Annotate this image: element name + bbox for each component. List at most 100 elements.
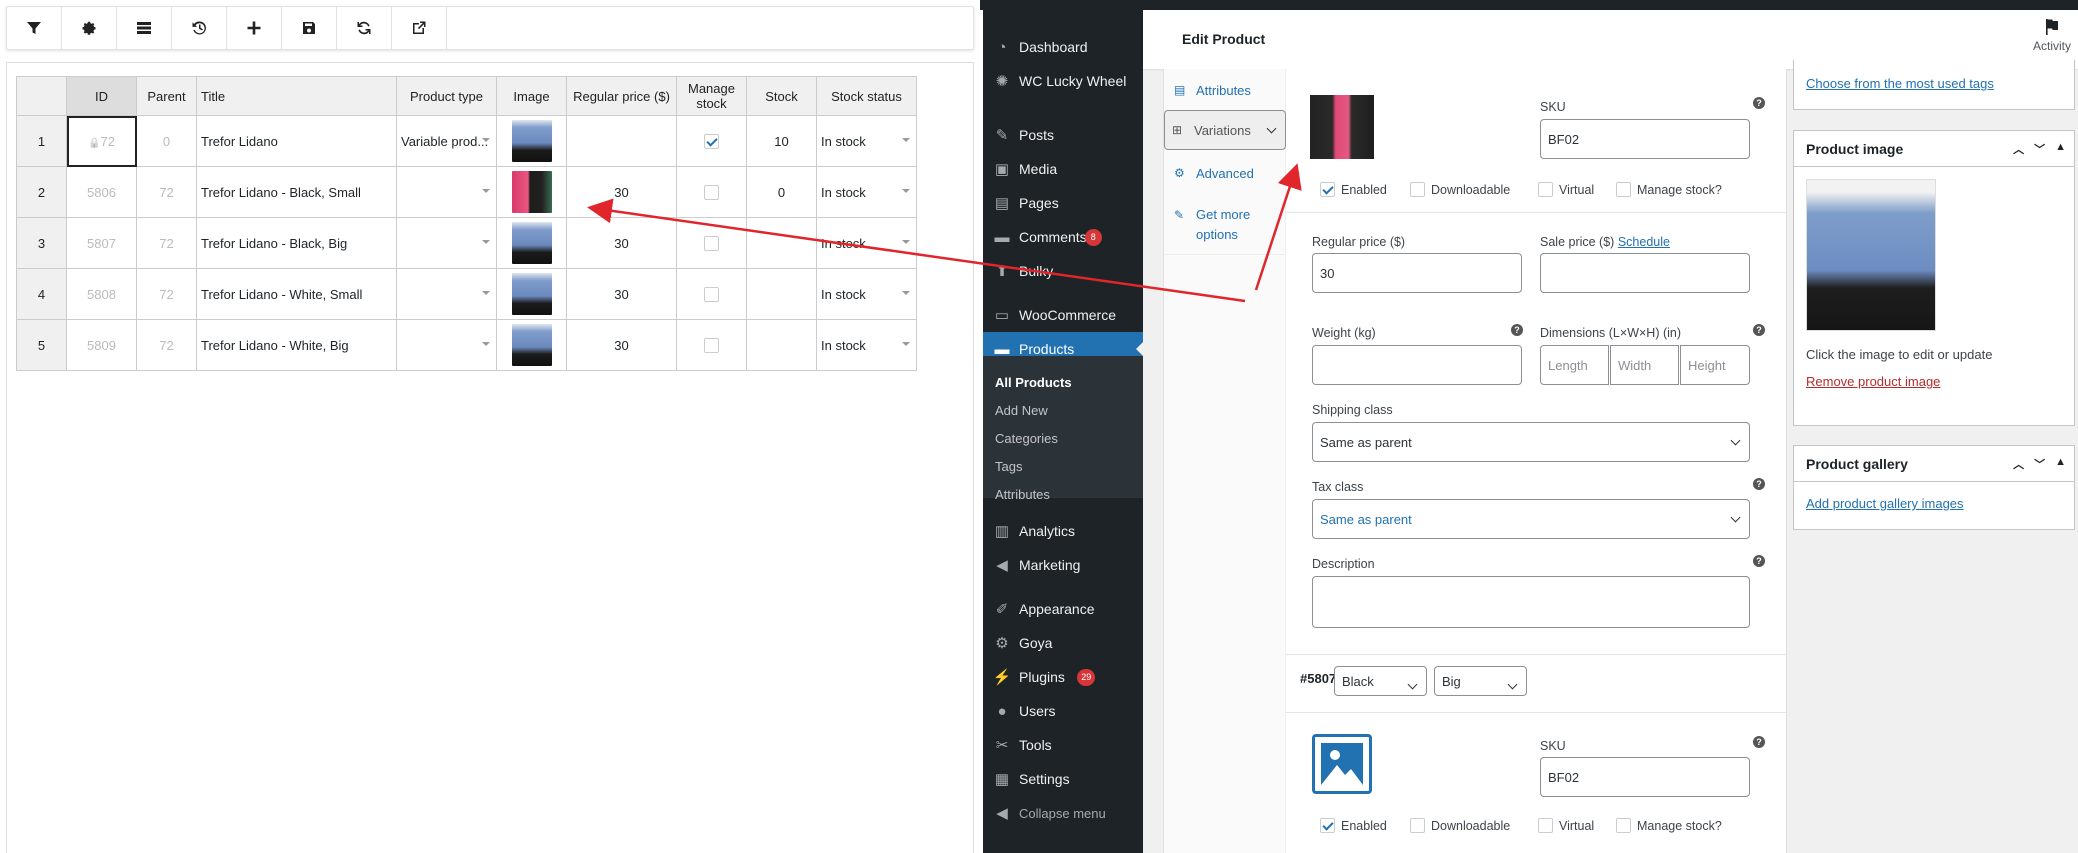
parent-cell[interactable]: 72 xyxy=(136,268,197,320)
row-number[interactable]: 3 xyxy=(16,217,67,269)
col-header-product-type[interactable]: Product type xyxy=(396,76,497,116)
title-cell[interactable]: Trefor Lidano - Black, Small xyxy=(196,166,397,218)
col-header-regular-price[interactable]: Regular price ($) xyxy=(566,76,677,116)
sku-input[interactable]: BF02 xyxy=(1540,757,1750,797)
refresh-button[interactable] xyxy=(337,7,392,49)
regular-price-cell[interactable] xyxy=(566,115,677,167)
stock-status-cell[interactable]: In stock xyxy=(816,268,917,320)
product-type-cell[interactable] xyxy=(396,217,497,269)
row-number[interactable]: 2 xyxy=(16,166,67,218)
virtual-checkbox[interactable]: Virtual xyxy=(1538,182,1594,197)
image-cell[interactable] xyxy=(496,166,567,218)
sidebar-item-settings[interactable]: ▦ Settings xyxy=(983,762,1143,796)
sidebar-item-pages[interactable]: ▤ Pages xyxy=(983,186,1143,220)
activity-button[interactable]: Activity xyxy=(2026,18,2078,53)
image-cell[interactable] xyxy=(496,268,567,320)
row-number[interactable]: 1 xyxy=(16,115,67,167)
sidebar-item-collapse-menu[interactable]: ◀ Collapse menu xyxy=(983,796,1143,830)
columns-button[interactable] xyxy=(117,7,172,49)
product-thumbnail[interactable] xyxy=(511,120,552,162)
parent-cell[interactable]: 72 xyxy=(136,166,197,218)
schedule-link[interactable]: Schedule xyxy=(1618,235,1670,249)
remove-image-link[interactable]: Remove product image xyxy=(1806,374,1940,389)
sidebar-item-users[interactable]: ● Users xyxy=(983,694,1143,728)
sidebar-item-woocommerce[interactable]: ▭ WooCommerce xyxy=(983,298,1143,332)
color-select[interactable]: Black xyxy=(1334,666,1427,696)
product-thumbnail[interactable] xyxy=(511,273,552,315)
enabled-checkbox[interactable]: Enabled xyxy=(1320,818,1387,833)
regular-price-cell[interactable]: 30 xyxy=(566,268,677,320)
weight-input[interactable] xyxy=(1312,345,1522,385)
stock-status-cell[interactable]: In stock xyxy=(816,166,917,218)
col-header-parent[interactable]: Parent xyxy=(136,76,197,116)
product-thumbnail[interactable] xyxy=(511,171,552,213)
stock-cell[interactable] xyxy=(746,217,817,269)
variation-image[interactable] xyxy=(1310,95,1374,159)
chevron-down-icon[interactable]: ﹀ xyxy=(2034,456,2045,472)
settings-button[interactable] xyxy=(62,7,117,49)
open-external-button[interactable] xyxy=(392,7,447,49)
regular-price-cell[interactable]: 30 xyxy=(566,217,677,269)
regular-price-cell[interactable]: 30 xyxy=(566,166,677,218)
manage-stock-checkbox[interactable] xyxy=(704,338,719,354)
manage-stock-checkbox[interactable] xyxy=(704,185,719,201)
id-cell[interactable]: 5806 xyxy=(66,166,137,218)
product-type-cell[interactable]: Variable prod... xyxy=(396,115,497,167)
stock-cell[interactable]: 10 xyxy=(746,115,817,167)
stock-status-cell[interactable]: In stock xyxy=(816,217,917,269)
add-gallery-link[interactable]: Add product gallery images xyxy=(1806,496,1964,511)
enabled-checkbox[interactable]: Enabled xyxy=(1320,182,1387,197)
sale-price-input[interactable] xyxy=(1540,253,1750,293)
manage-stock-checkbox[interactable] xyxy=(704,287,719,303)
save-button[interactable] xyxy=(282,7,337,49)
regular-price-input[interactable]: 30 xyxy=(1312,253,1522,293)
downloadable-checkbox[interactable]: Downloadable xyxy=(1410,818,1510,833)
id-cell[interactable]: 🔒72 xyxy=(66,115,137,167)
product-type-cell[interactable] xyxy=(396,166,497,218)
chevron-up-icon[interactable]: ︿ xyxy=(2013,141,2024,157)
manage-stock-cell[interactable] xyxy=(676,319,747,371)
sidebar-item-comments[interactable]: ▬ Comments 8 xyxy=(983,220,1143,254)
chevron-up-icon[interactable]: ︿ xyxy=(2013,456,2024,472)
manage-stock-cell[interactable] xyxy=(676,268,747,320)
tab-variations[interactable]: ⊞ Variations xyxy=(1164,110,1286,150)
filter-button[interactable] xyxy=(7,7,62,49)
stock-cell[interactable] xyxy=(746,319,817,371)
submenu-add-new[interactable]: Add New xyxy=(995,403,1048,418)
sidebar-item-media[interactable]: ▣ Media xyxy=(983,152,1143,186)
parent-cell[interactable]: 0 xyxy=(136,115,197,167)
length-input[interactable]: Length xyxy=(1540,345,1609,385)
image-cell[interactable] xyxy=(496,319,567,371)
description-textarea[interactable] xyxy=(1312,576,1750,628)
image-cell[interactable] xyxy=(496,217,567,269)
product-type-cell[interactable] xyxy=(396,268,497,320)
placeholder-image-icon[interactable] xyxy=(1312,734,1372,794)
manage-stock-cell[interactable] xyxy=(676,115,747,167)
col-header-id[interactable]: ID xyxy=(66,76,137,116)
product-type-cell[interactable] xyxy=(396,319,497,371)
row-number[interactable]: 4 xyxy=(16,268,67,320)
regular-price-cell[interactable]: 30 xyxy=(566,319,677,371)
sidebar-item-plugins[interactable]: ⚡ Plugins 29 xyxy=(983,660,1143,694)
stock-cell[interactable] xyxy=(746,268,817,320)
image-cell[interactable] xyxy=(496,115,567,167)
title-cell[interactable]: Trefor Lidano - Black, Big xyxy=(196,217,397,269)
manage-stock-checkbox[interactable]: Manage stock? xyxy=(1616,818,1722,833)
toggle-icon[interactable]: ▲ xyxy=(2055,456,2066,472)
tab-get-more-options[interactable]: ✎ Get more options xyxy=(1164,195,1286,255)
col-header-image[interactable]: Image xyxy=(496,76,567,116)
title-cell[interactable]: Trefor Lidano - White, Small xyxy=(196,268,397,320)
sidebar-item-tools[interactable]: ✂ Tools xyxy=(983,728,1143,762)
sidebar-item-marketing[interactable]: ◀ Marketing xyxy=(983,548,1143,582)
col-header-title[interactable]: Title xyxy=(196,76,397,116)
parent-cell[interactable]: 72 xyxy=(136,319,197,371)
row-number[interactable]: 5 xyxy=(16,319,67,371)
stock-status-cell[interactable]: In stock xyxy=(816,115,917,167)
height-input[interactable]: Height xyxy=(1680,345,1750,385)
submenu-attributes[interactable]: Attributes xyxy=(995,487,1050,502)
sidebar-item-bulky[interactable]: ⬆ Bulky xyxy=(983,254,1143,288)
sku-input[interactable]: BF02 xyxy=(1540,119,1750,159)
sidebar-item-wc-lucky-wheel[interactable]: ✺ WC Lucky Wheel xyxy=(983,64,1143,98)
sidebar-item-posts[interactable]: ✎ Posts xyxy=(983,118,1143,152)
virtual-checkbox[interactable]: Virtual xyxy=(1538,818,1594,833)
